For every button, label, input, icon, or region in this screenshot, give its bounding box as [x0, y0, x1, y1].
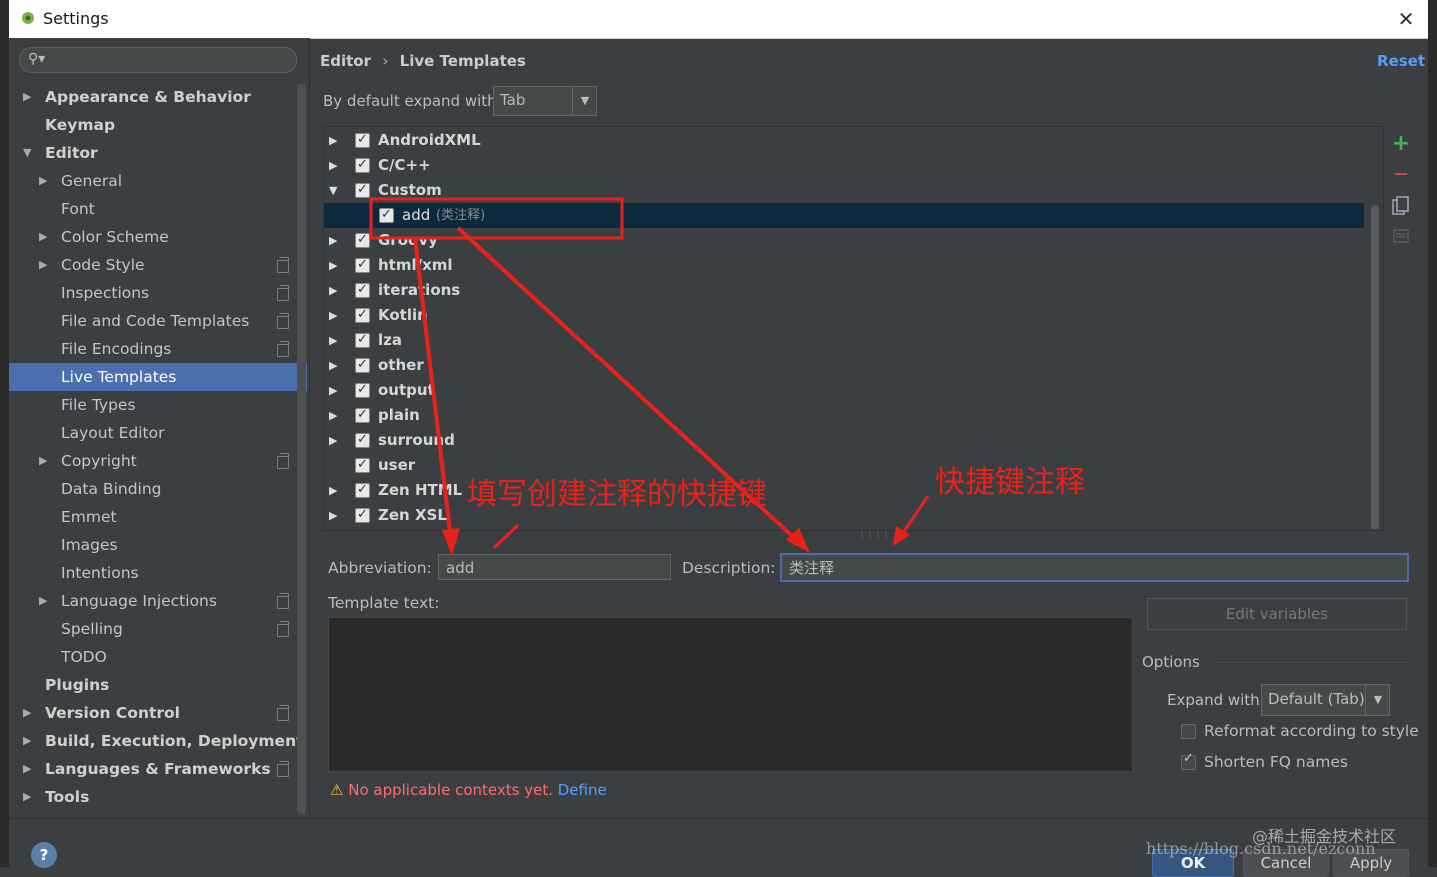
annotation-arrow-abbr	[413, 237, 454, 549]
annotation-label-left: 填写创建注释的快捷键	[467, 477, 767, 512]
annotation-arrowhead-abbr	[442, 528, 460, 556]
annotation-label-right: 快捷键注释	[935, 465, 1085, 500]
annotation-arrowhead-right	[893, 526, 910, 546]
annotation-highlight-box	[369, 197, 624, 240]
annotation-tick-left	[492, 523, 520, 550]
annotation-overlay	[369, 197, 930, 556]
